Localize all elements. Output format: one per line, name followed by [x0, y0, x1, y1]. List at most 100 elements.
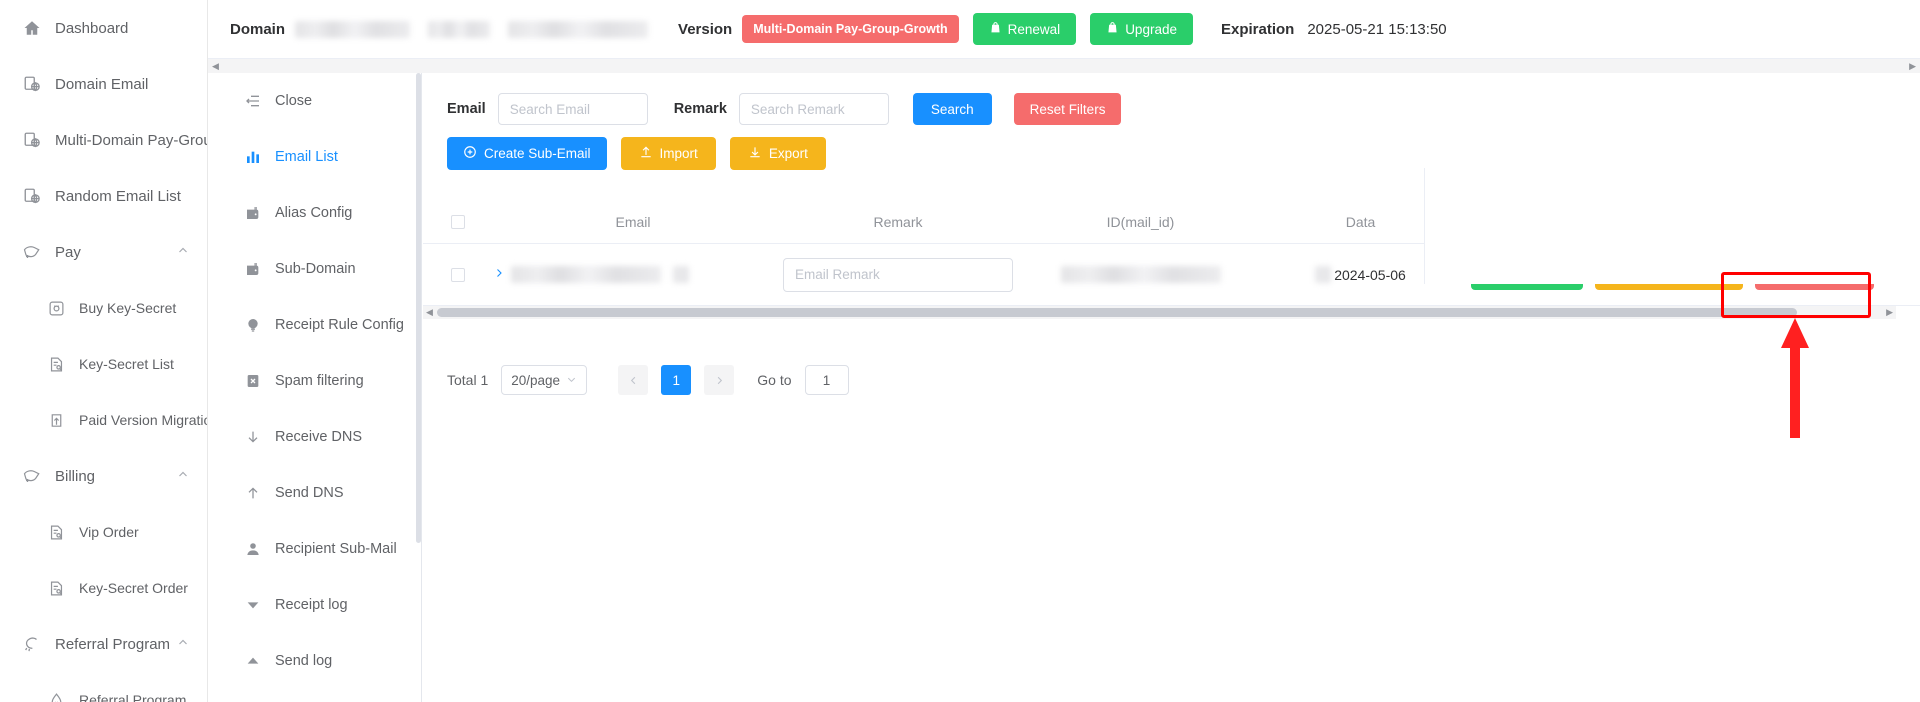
sidebar-item-label: Pay — [55, 243, 81, 261]
submenu-item-receipt-rule-config[interactable]: Receipt Rule Config — [222, 297, 421, 353]
version-badge[interactable]: Multi-Domain Pay-Group-Growth — [742, 15, 959, 43]
spam-clipboard-icon — [244, 372, 262, 390]
top-header: Domain Version Multi-Domain Pay-Group-Gr… — [208, 0, 1920, 59]
upgrade-button[interactable]: Upgrade — [1090, 13, 1193, 45]
search-email-input[interactable] — [497, 93, 648, 125]
pagination-next-button[interactable] — [704, 365, 735, 395]
submenu-item-label: Recipient Sub-Mail — [275, 541, 397, 557]
table-header-row: Email Remark ID(mail_id) Data Manage — [423, 200, 1920, 244]
random-email-icon — [22, 186, 42, 206]
submenu-item-sub-domain[interactable]: Sub-Domain — [222, 241, 421, 297]
submenu-item-receive-dns[interactable]: Receive DNS — [222, 409, 421, 465]
select-all-checkbox[interactable] — [451, 214, 465, 229]
trash-icon — [1768, 267, 1781, 283]
row-checkbox-cell[interactable] — [423, 267, 493, 282]
sidebar-item-vip-order[interactable]: Vip Order — [0, 504, 207, 560]
pagination-prev-button[interactable] — [618, 365, 649, 395]
scroll-left-icon[interactable]: ◀ — [212, 61, 219, 72]
chevron-up-icon[interactable] — [177, 636, 189, 653]
domain-email-icon — [22, 74, 42, 94]
expiration-value: 2025-05-21 15:13:50 — [1307, 20, 1447, 38]
header-horizontal-scrollbar[interactable]: ◀ ▶ — [208, 59, 1920, 73]
update-password-button[interactable]: Update Password — [1595, 259, 1743, 290]
reset-filters-button[interactable]: Reset Filters — [1013, 93, 1122, 125]
submenu-item-receipt-log[interactable]: Receipt log — [222, 577, 421, 633]
submenu-item-recipient-sub-mail[interactable]: Recipient Sub-Mail — [222, 521, 421, 577]
sidebar-item-label: Domain Email — [55, 75, 149, 93]
page-size-select[interactable]: 20/page — [501, 365, 588, 395]
submenu-item-email-list[interactable]: Email List — [222, 129, 421, 185]
pagination-page-1[interactable]: 1 — [661, 365, 692, 395]
submenu-item-close[interactable]: Close — [222, 73, 421, 129]
submenu-item-send-dns[interactable]: Send DNS — [222, 465, 421, 521]
sidebar-item-label: Buy Key-Secret — [79, 300, 177, 316]
search-remark-input[interactable] — [738, 93, 889, 125]
sidebar-item-referral-program[interactable]: Referral Program — [0, 616, 207, 672]
sidebar-item-label: Paid Version Migration — [79, 412, 208, 428]
goto-label: Go to — [757, 372, 792, 388]
cell-manage: Enter Email Update Password Delete Email — [1463, 259, 1920, 290]
cell-mail-id — [1023, 266, 1258, 283]
column-header-manage[interactable]: Manage — [1463, 214, 1920, 230]
sidebar-item-paid-version-migration[interactable]: Paid Version Migration — [0, 392, 207, 448]
arrow-down-icon — [244, 428, 262, 446]
version-label: Version — [678, 20, 733, 38]
remark-filter-label: Remark — [673, 101, 727, 117]
delete-email-label: Delete Email — [1786, 267, 1861, 282]
column-header-id[interactable]: ID(mail_id) — [1023, 214, 1258, 230]
sidebar-item-random-email-list[interactable]: Random Email List — [0, 168, 207, 224]
sidebar-item-buy-key-secret[interactable]: Buy Key-Secret — [0, 280, 207, 336]
cell-email — [493, 266, 773, 283]
table-horizontal-scrollbar[interactable]: ◀ ▶ — [423, 306, 1896, 319]
create-sub-email-button[interactable]: Create Sub-Email — [447, 137, 607, 170]
multi-domain-icon — [22, 130, 42, 150]
email-remark-input[interactable] — [783, 257, 1013, 292]
select-all-checkbox-cell[interactable] — [423, 214, 493, 229]
submenu-item-alias-config[interactable]: Alias Config — [222, 185, 421, 241]
sidebar-item-pay[interactable]: Pay — [0, 224, 207, 280]
sidebar-item-key-secret-order[interactable]: Key-Secret Order — [0, 560, 207, 616]
submenu-item-label: Close — [275, 93, 313, 109]
chevron-up-icon[interactable] — [177, 244, 189, 261]
export-button[interactable]: Export — [729, 137, 826, 170]
scroll-right-icon[interactable]: ▶ — [1886, 307, 1893, 318]
import-button[interactable]: Import — [620, 137, 716, 170]
buy-key-secret-icon — [46, 298, 66, 318]
column-header-email[interactable]: Email — [493, 214, 773, 230]
user-icon — [244, 540, 262, 558]
sidebar-item-billing[interactable]: Billing — [0, 448, 207, 504]
sidebar-item-dashboard[interactable]: Dashboard — [0, 0, 207, 56]
scrollbar-thumb[interactable] — [437, 308, 1797, 317]
bulb-icon — [244, 316, 262, 334]
enter-email-button[interactable]: Enter Email — [1471, 259, 1584, 290]
sidebar-item-label: Dashboard — [55, 19, 129, 37]
sidebar-item-referral-program-sub[interactable]: Referral Program — [0, 672, 207, 702]
enter-email-label: Enter Email — [1503, 267, 1571, 282]
column-header-remark[interactable]: Remark — [773, 214, 1023, 230]
search-button[interactable]: Search — [912, 93, 992, 125]
sidebar-item-multi-domain-pay-group[interactable]: Multi-Domain Pay-Group — [0, 112, 207, 168]
create-sub-email-label: Create Sub-Email — [484, 146, 591, 161]
chevron-right-icon[interactable] — [493, 267, 505, 282]
primary-sidebar: Dashboard Domain Email Multi-Domain Pay-… — [0, 0, 208, 702]
chevron-up-icon[interactable] — [177, 468, 189, 485]
submenu-item-spam-filtering[interactable]: Spam filtering — [222, 353, 421, 409]
renewal-button[interactable]: Renewal — [972, 13, 1077, 45]
delete-email-button[interactable]: Delete Email — [1754, 259, 1874, 290]
sidebar-item-key-secret-list[interactable]: Key-Secret List — [0, 336, 207, 392]
filter-toolbar: Email Remark Search Reset Filters — [423, 73, 1920, 129]
submenu-item-label: Receipt log — [275, 597, 348, 613]
upgrade-button-label: Upgrade — [1125, 21, 1177, 37]
submenu-item-send-log[interactable]: Send log — [222, 633, 421, 689]
domain-value-redacted — [295, 20, 649, 38]
secondary-sidebar-scrollbar[interactable] — [416, 73, 421, 702]
column-header-date[interactable]: Data — [1258, 214, 1463, 230]
scrollbar-thumb[interactable] — [416, 73, 421, 543]
email-list-table: Email Remark ID(mail_id) Data Manage Ema… — [423, 168, 1920, 319]
sidebar-item-label: Multi-Domain Pay-Group — [55, 131, 208, 149]
scroll-right-icon[interactable]: ▶ — [1909, 61, 1916, 72]
sidebar-item-domain-email[interactable]: Domain Email — [0, 56, 207, 112]
scroll-left-icon[interactable]: ◀ — [426, 307, 433, 318]
goto-page-input[interactable] — [804, 365, 849, 395]
row-checkbox[interactable] — [451, 267, 465, 282]
